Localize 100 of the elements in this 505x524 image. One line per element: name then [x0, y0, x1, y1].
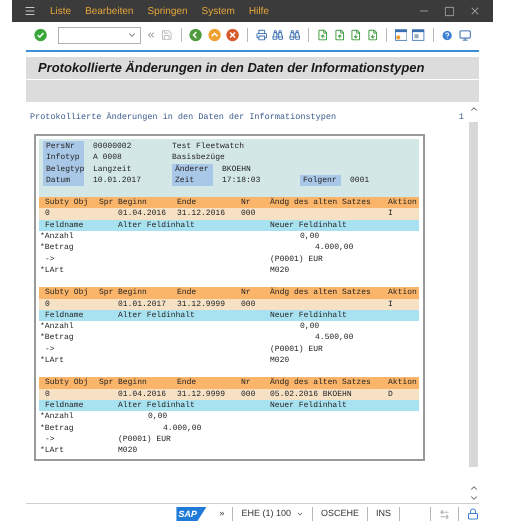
column-header: Feldname: [45, 220, 84, 232]
column-header: Nr: [241, 287, 252, 299]
column-header: Neuer Feldinhalt: [270, 400, 348, 412]
field-label: Datum: [43, 174, 84, 186]
table-cell-text: 01.04.2016: [118, 388, 168, 400]
field-name: *LArt: [40, 264, 66, 276]
column-header: Ende: [177, 377, 198, 389]
column-header: Beginn: [118, 377, 148, 389]
field-name: *LArt: [40, 445, 66, 456]
layout-icon[interactable]: [412, 28, 425, 42]
new-window-icon[interactable]: [394, 28, 408, 42]
help-icon[interactable]: [441, 28, 454, 42]
maximize-icon[interactable]: [444, 6, 455, 16]
column-header: Aktion: [388, 377, 418, 389]
connection-icon[interactable]: [439, 508, 450, 520]
close-icon[interactable]: [469, 5, 481, 17]
column-header: Ändg des alten Satzes: [270, 197, 372, 208]
table-cell-text: 31.12.2016: [177, 208, 226, 220]
field-value: BKOEHN: [221, 164, 252, 175]
field-name: ->: [44, 434, 56, 446]
field-name: *LArt: [40, 355, 66, 366]
menu-item[interactable]: Bearbeiten: [85, 4, 134, 18]
table-cell-text: 01.04.2016: [118, 208, 168, 220]
table-cell-text: 31.12.9999: [177, 388, 226, 400]
table-cell-text: 0: [45, 298, 51, 310]
column-header: Aktion: [388, 197, 418, 208]
field-content: 0,00: [300, 231, 320, 242]
first-page-icon[interactable]: [317, 28, 329, 42]
field-label: Folgenr: [300, 174, 341, 186]
column-header: Neuer Feldinhalt: [270, 220, 348, 232]
field-value: 0001: [349, 174, 370, 186]
field-value: 00000002: [92, 141, 132, 152]
column-header: Nr: [241, 377, 252, 389]
screen-title: Protokollierte Änderungen in den Daten der Informationstypen: [38, 59, 424, 78]
field-label: PersNr: [43, 141, 84, 152]
column-header: Spr: [99, 377, 114, 389]
table-cell-text: 000: [241, 208, 256, 220]
column-header: Subty Obj: [45, 287, 90, 299]
sap-logo: SAP: [176, 507, 206, 521]
list-title: Protokollierte Änderungen in den Daten der Informationstypen: [30, 111, 336, 124]
field-name: ->: [44, 344, 56, 356]
table-cell-text: 31.12.9999: [177, 298, 226, 310]
menu-item[interactable]: System: [202, 4, 235, 18]
field-value: 10.01.2017: [92, 174, 142, 186]
column-header: Alter Feldinhalt: [118, 220, 196, 232]
field-content: M020: [270, 355, 290, 366]
field-value: A 0008: [92, 152, 123, 164]
find-icon[interactable]: [272, 28, 284, 42]
column-header: Ändg des alten Satzes: [270, 377, 372, 389]
field-name: *Betrag: [40, 242, 75, 254]
monitor-icon[interactable]: [458, 28, 472, 42]
field-content: M020: [118, 445, 138, 456]
menu-item[interactable]: Springen: [148, 4, 188, 18]
table-cell-text: I: [388, 298, 394, 310]
previous-page-icon[interactable]: [334, 28, 346, 42]
field-content: 0,00: [300, 321, 320, 332]
dropdown-icon[interactable]: [296, 510, 304, 518]
menu-icon[interactable]: [24, 5, 36, 17]
find-next-icon[interactable]: [288, 28, 300, 42]
column-header: Alter Feldinhalt: [118, 310, 196, 322]
column-header: Alter Feldinhalt: [118, 400, 196, 412]
system-info[interactable]: EHE (1) 100: [241, 507, 291, 521]
field-content: M020: [270, 264, 290, 276]
expand-link[interactable]: »: [219, 507, 224, 521]
lock-icon[interactable]: [467, 508, 479, 520]
confirm-icon[interactable]: [34, 27, 48, 43]
field-label: Infotyp: [43, 152, 84, 164]
command-field[interactable]: [58, 26, 142, 44]
field-value: Test Fleetwatch: [172, 141, 246, 152]
last-page-icon[interactable]: [366, 28, 378, 42]
exit-icon[interactable]: [208, 27, 221, 43]
cancel-icon[interactable]: [226, 27, 239, 43]
menu-item[interactable]: Hilfe: [248, 4, 269, 18]
print-icon[interactable]: [256, 28, 268, 42]
field-name: *Betrag: [40, 422, 75, 434]
column-header: Spr: [99, 287, 114, 299]
field-content: 0,00: [148, 411, 168, 423]
column-header: Feldname: [45, 400, 84, 412]
back-icon[interactable]: [189, 27, 203, 43]
menu-item[interactable]: Liste: [50, 4, 72, 18]
table-cell-text: 000: [241, 298, 256, 310]
table-cell-text: I: [388, 208, 394, 220]
column-header: Nr: [241, 197, 252, 208]
column-header: Ändg des alten Satzes: [270, 287, 372, 299]
column-header: Beginn: [118, 287, 148, 299]
field-value: Basisbezüge: [172, 152, 226, 164]
column-header: Ende: [177, 197, 198, 208]
column-header: Neuer Feldinhalt: [270, 310, 348, 322]
column-header: Feldname: [45, 310, 84, 322]
column-header: Spr: [99, 197, 114, 208]
user-name: OSCEHE: [320, 507, 359, 520]
field-value: Langzeit: [92, 164, 132, 175]
field-value: 17:18:03: [221, 174, 262, 186]
table-cell-text: 01.01.2017: [118, 298, 168, 310]
next-page-icon[interactable]: [350, 28, 362, 42]
page-number: 1: [458, 111, 464, 124]
field-content: 4.000,00: [163, 422, 202, 434]
field-label: Zeit: [172, 174, 213, 186]
column-header: Ende: [177, 287, 198, 299]
field-content: (P0001) EUR: [118, 434, 171, 446]
